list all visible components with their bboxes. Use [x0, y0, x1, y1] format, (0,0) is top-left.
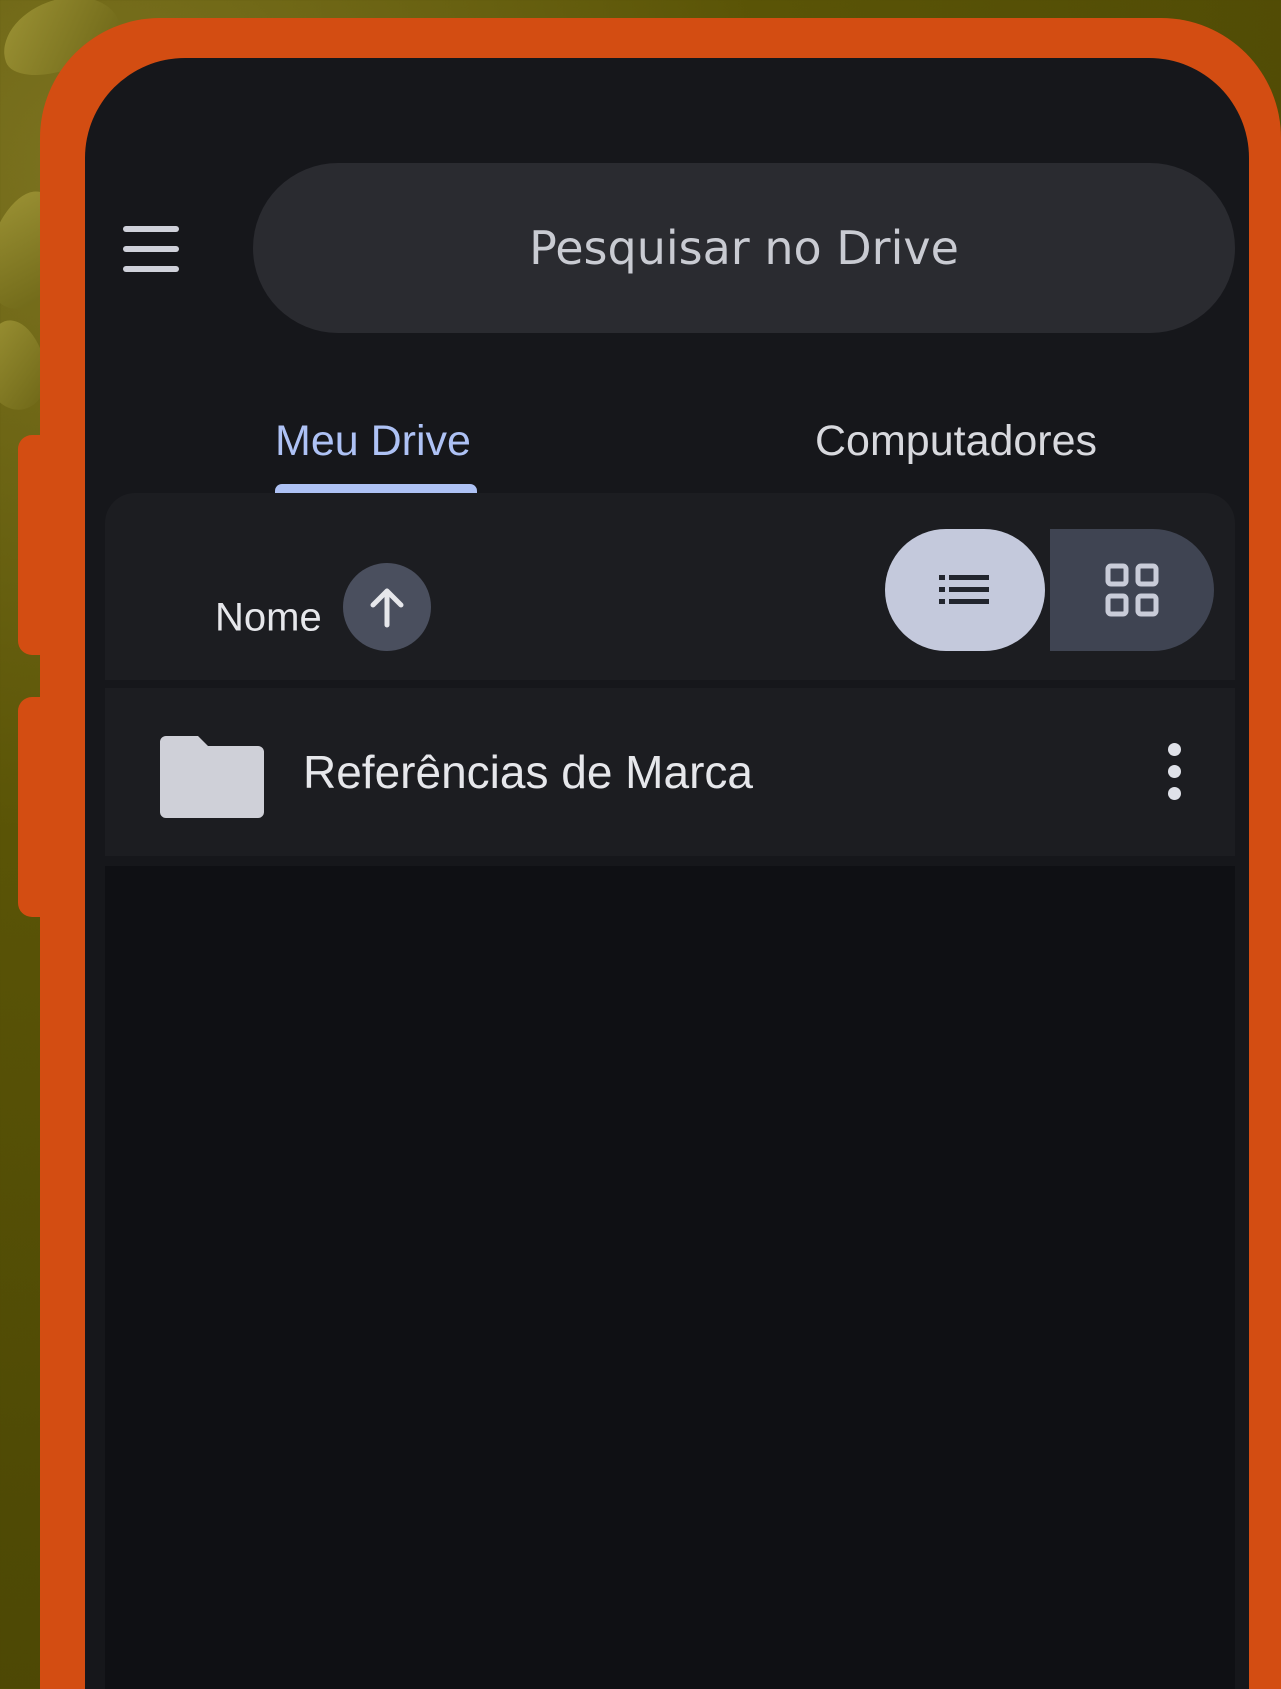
phone-screen: Pesquisar no Drive Meu Drive Computadore…: [85, 58, 1249, 1689]
hamburger-menu-icon[interactable]: [123, 226, 183, 272]
tab-meu-drive[interactable]: Meu Drive: [275, 393, 471, 489]
search-placeholder: Pesquisar no Drive: [529, 221, 959, 275]
file-name: Referências de Marca: [303, 746, 753, 798]
arrow-up-icon[interactable]: [343, 563, 431, 651]
grid-view-button[interactable]: [1050, 529, 1214, 651]
search-input[interactable]: Pesquisar no Drive: [253, 163, 1235, 333]
list-view-button[interactable]: [885, 529, 1045, 651]
list-item[interactable]: Referências de Marca: [105, 688, 1235, 856]
tab-computadores-label: Computadores: [815, 416, 1098, 465]
file-list-empty-area: [105, 866, 1235, 1689]
phone-volume-down-button: [18, 697, 58, 917]
more-vert-icon[interactable]: [1149, 728, 1199, 814]
tab-computadores[interactable]: Computadores: [815, 393, 1097, 489]
phone-volume-up-button: [18, 435, 58, 655]
sort-label[interactable]: Nome: [215, 596, 322, 641]
list-view-icon: [939, 575, 989, 604]
tab-meu-drive-label: Meu Drive: [275, 416, 471, 465]
folder-icon: [160, 736, 264, 818]
grid-view-icon: [1105, 563, 1159, 617]
